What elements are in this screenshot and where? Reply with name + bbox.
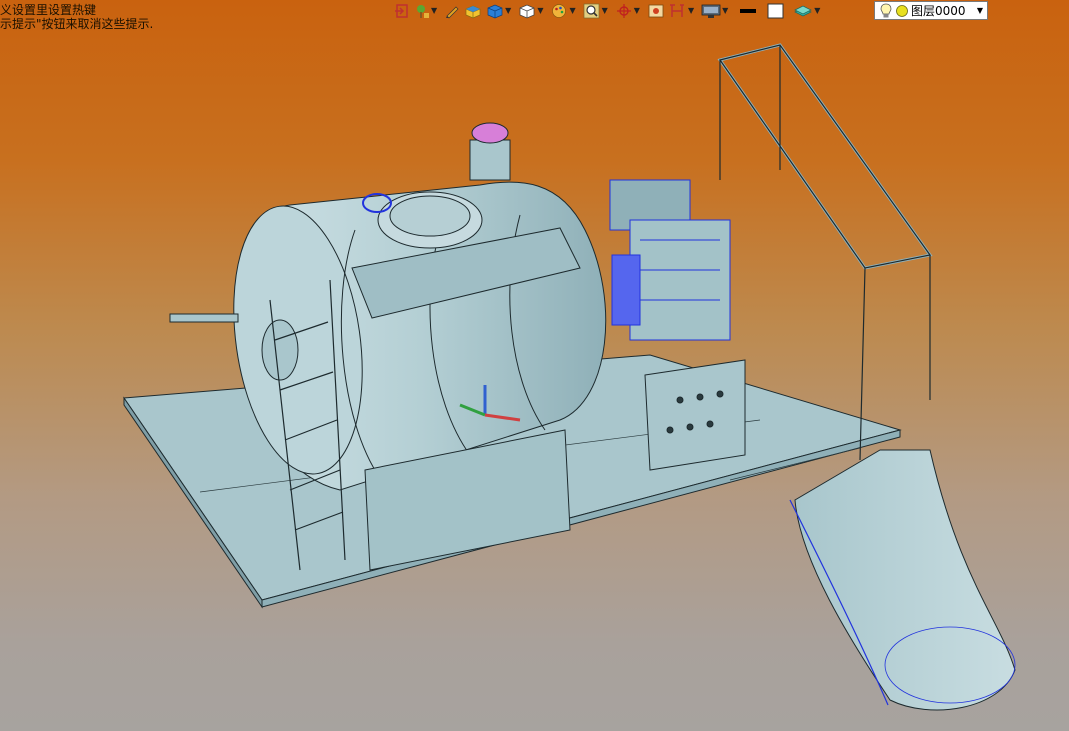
control-cabinet bbox=[644, 359, 746, 471]
side-pipe bbox=[169, 313, 239, 323]
cad-viewport[interactable] bbox=[0, 0, 1069, 731]
engine-assembly bbox=[609, 179, 731, 341]
auger-cone bbox=[789, 449, 1016, 711]
